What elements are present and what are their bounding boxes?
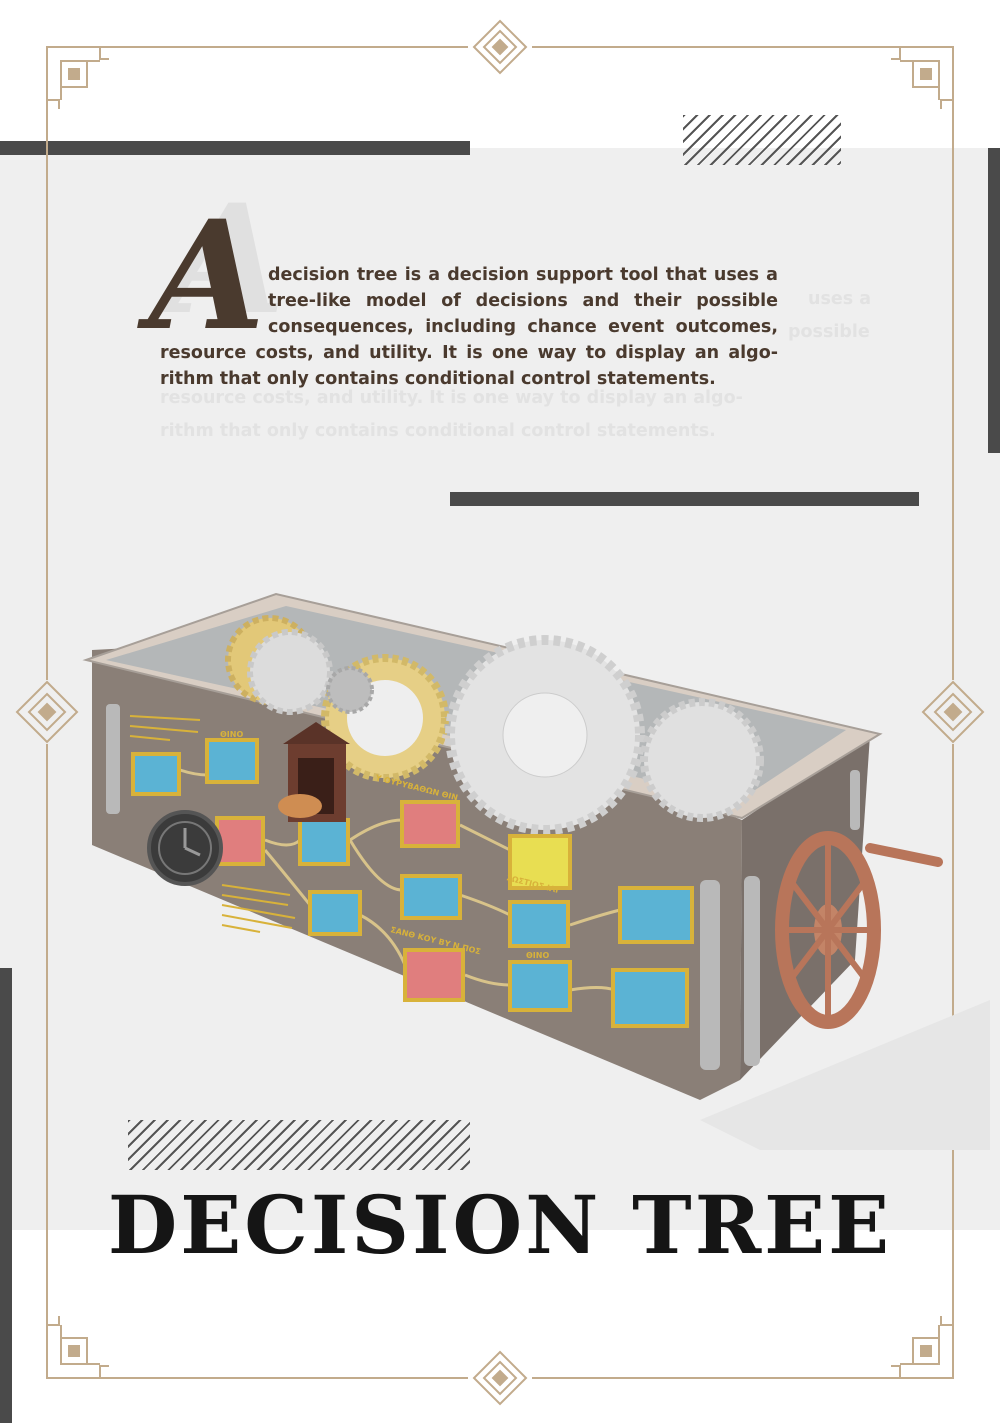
tree-node-blue [618,886,694,944]
tree-node-blue [298,818,350,866]
article-line: decision tree is a decision support tool… [268,265,778,285]
tree-node-blue [400,874,462,920]
crank-handle [865,843,943,867]
engraved-label: ΘΙΝΟ [220,730,243,739]
tree-node-blue [205,738,259,784]
article-line: consequences, including chance event out… [268,317,778,337]
article-line: rithm that only contains conditional con… [160,369,716,389]
article-line: tree-like model of decisions and their p… [268,291,778,311]
tree-node-blue [508,960,572,1012]
bird-icon [278,794,322,818]
engraved-label: ΘΙΝΟ [526,951,549,960]
tree-node-blue [508,900,570,948]
clock-icon [147,810,223,886]
article-body: decision tree is a decision support tool… [160,262,778,392]
tree-node-blue [131,752,181,796]
article-line: resource costs, and utility. It is one w… [160,343,778,363]
tree-node-blue [308,890,362,936]
tree-node-red [400,800,460,848]
tree-node-red [403,948,465,1002]
tree-node-red [215,816,265,866]
tree-node-blue [611,968,689,1028]
page-title: DECISION TREE [107,1178,893,1272]
